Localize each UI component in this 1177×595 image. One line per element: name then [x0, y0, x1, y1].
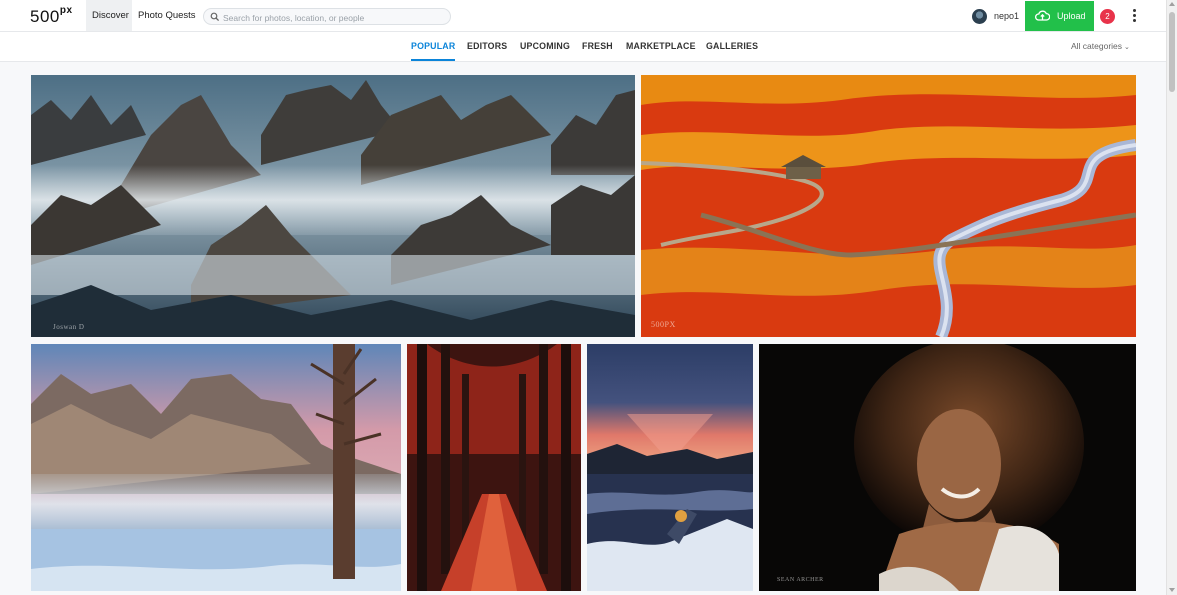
photo-tile[interactable]: 500PX: [641, 75, 1136, 337]
photo-portrait: [759, 344, 1136, 591]
tab-fresh[interactable]: FRESH: [582, 32, 613, 61]
tab-editors[interactable]: EDITORS: [467, 32, 507, 61]
photo-tile[interactable]: Joswan D: [31, 75, 635, 337]
photo-red-forest: [407, 344, 581, 591]
page-scrollbar[interactable]: [1166, 0, 1177, 595]
nav-discover[interactable]: Discover: [86, 0, 132, 31]
chevron-down-icon: ⌄: [1124, 44, 1130, 51]
photo-tile[interactable]: [587, 344, 753, 591]
username[interactable]: nepo1: [994, 0, 1019, 32]
search-input[interactable]: [221, 9, 450, 26]
logo[interactable]: 500px: [30, 5, 73, 27]
photo-watermark: SEAN ARCHER: [777, 577, 824, 583]
more-menu-icon[interactable]: [1130, 9, 1138, 25]
photo-misty-pinnacles: [31, 75, 635, 337]
notification-badge[interactable]: 2: [1100, 9, 1115, 24]
photo-tile[interactable]: [407, 344, 581, 591]
category-tabs: POPULAR EDITORS UPCOMING FRESH MARKETPLA…: [0, 32, 1166, 62]
photo-watermark: 500PX: [651, 320, 676, 329]
avatar[interactable]: [972, 9, 987, 24]
cloud-upload-icon: [1035, 10, 1050, 21]
tab-popular[interactable]: POPULAR: [411, 32, 456, 61]
upload-button[interactable]: Upload: [1025, 1, 1094, 31]
all-categories-dropdown[interactable]: All categories ⌄: [1071, 32, 1130, 62]
scroll-down-icon[interactable]: [1169, 588, 1175, 592]
tab-marketplace[interactable]: MARKETPLACE: [626, 32, 696, 61]
photo-tile[interactable]: [31, 344, 401, 591]
upload-label: Upload: [1057, 11, 1086, 21]
search-icon: [210, 12, 220, 22]
photo-red-marsh: [641, 75, 1136, 337]
scrollbar-thumb[interactable]: [1169, 12, 1175, 92]
nav-photo-quests[interactable]: Photo Quests: [132, 0, 202, 31]
scroll-up-icon[interactable]: [1169, 2, 1175, 6]
tab-galleries[interactable]: GALLERIES: [706, 32, 758, 61]
photo-snowy-mountains: [31, 344, 401, 591]
tab-upcoming[interactable]: UPCOMING: [520, 32, 570, 61]
photo-watermark: Joswan D: [53, 323, 85, 331]
top-bar: 500px Discover Photo Quests nepo1 Upload…: [0, 0, 1166, 32]
search-bar[interactable]: [203, 8, 451, 26]
photo-tile[interactable]: SEAN ARCHER: [759, 344, 1136, 591]
photo-kayak-sunrise: [587, 344, 753, 591]
